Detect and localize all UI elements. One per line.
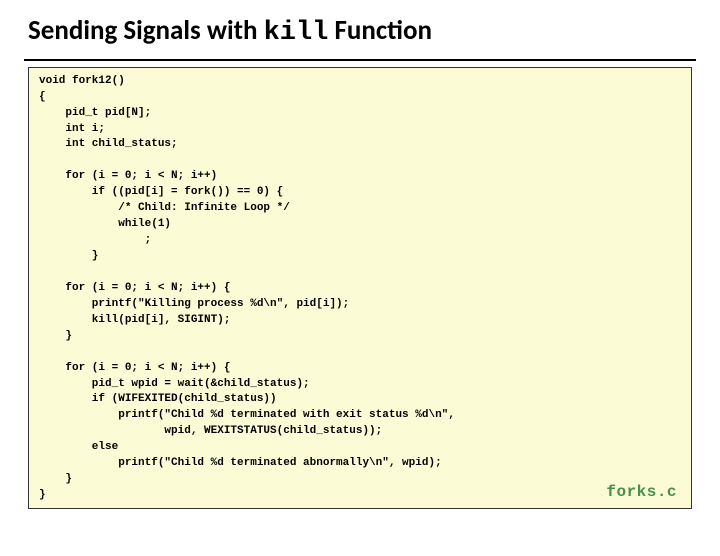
title-underline — [24, 59, 696, 61]
title-code: kill — [264, 18, 329, 48]
title-after: Function — [328, 14, 432, 47]
title-before: Sending Signals with — [28, 14, 264, 47]
source-filename: forks.c — [606, 481, 677, 504]
code-listing: void fork12() { pid_t pid[N]; int i; int… — [39, 74, 681, 504]
slide-title: Sending Signals with kill Function — [28, 16, 692, 49]
code-box: void fork12() { pid_t pid[N]; int i; int… — [28, 67, 692, 509]
